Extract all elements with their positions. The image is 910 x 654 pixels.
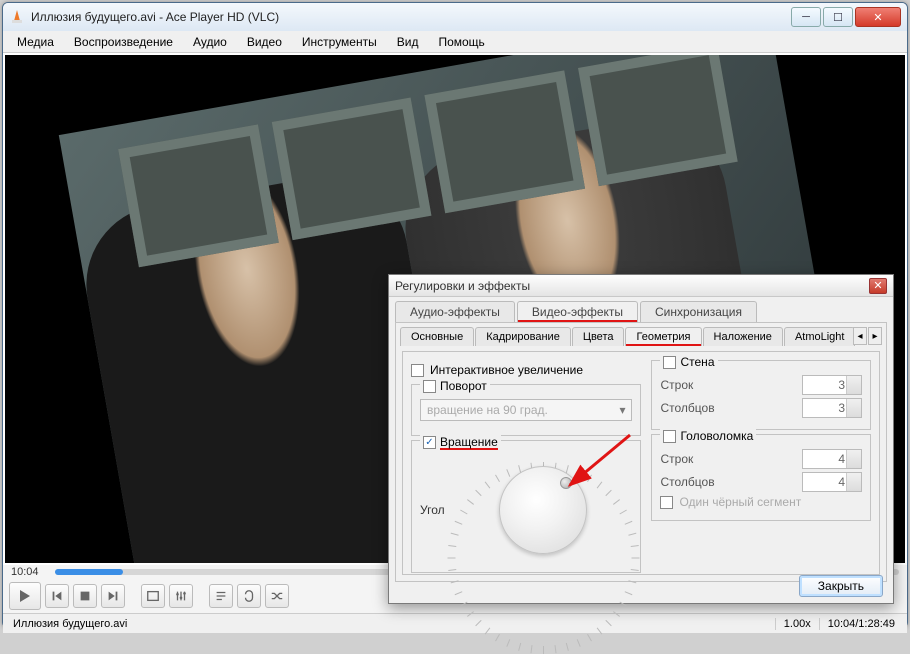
rotation-checkbox[interactable] (423, 436, 436, 449)
rotate-group: Поворот вращение на 90 град. (411, 384, 641, 436)
wall-rows-spin[interactable]: 3 (802, 375, 862, 395)
wall-title: Стена (680, 355, 714, 369)
menu-view[interactable]: Вид (389, 33, 427, 51)
wall-cols-spin[interactable]: 3 (802, 398, 862, 418)
prev-button[interactable] (45, 584, 69, 608)
sub-tabs: Основные Кадрирование Цвета Геометрия На… (396, 323, 886, 346)
video-effects-pane: Основные Кадрирование Цвета Геометрия На… (395, 322, 887, 582)
dialog-close-button[interactable]: ✕ (869, 278, 887, 294)
wall-rows-label: Строк (660, 378, 796, 392)
wall-cols-label: Столбцов (660, 401, 796, 415)
wall-checkbox[interactable] (663, 356, 676, 369)
close-button[interactable]: ✕ (855, 7, 901, 27)
subtab-geometry[interactable]: Геометрия (625, 327, 701, 346)
puzzle-checkbox[interactable] (663, 430, 676, 443)
menu-playback[interactable]: Воспроизведение (66, 33, 181, 51)
loop-button[interactable] (237, 584, 261, 608)
geometry-panel: Интерактивное увеличение Поворот вращени… (402, 351, 880, 575)
subtab-scroll-left[interactable]: ◂ (853, 327, 867, 345)
puzzle-rows-spin[interactable]: 4 (802, 449, 862, 469)
wall-group: Стена Строк 3 Столбцов 3 (651, 360, 871, 430)
angle-label: Угол (420, 503, 445, 517)
titlebar: Иллюзия будущего.avi - Ace Player HD (VL… (3, 3, 907, 31)
menu-video[interactable]: Видео (239, 33, 290, 51)
statusbar: Иллюзия будущего.avi 1.00x 10:04/1:28:49 (3, 613, 907, 633)
seek-fill (55, 569, 123, 575)
minimize-button[interactable]: ─ (791, 7, 821, 27)
rotation-group: Вращение Угол (411, 440, 641, 573)
rotate-select[interactable]: вращение на 90 град. (420, 399, 632, 421)
menu-media[interactable]: Медиа (9, 33, 62, 51)
status-file: Иллюзия будущего.avi (7, 618, 776, 630)
subtab-colors[interactable]: Цвета (572, 327, 625, 346)
one-black-label: Один чёрный сегмент (679, 495, 801, 509)
app-icon (9, 9, 25, 25)
next-button[interactable] (101, 584, 125, 608)
effects-dialog: Регулировки и эффекты ✕ Аудио-эффекты Ви… (388, 274, 894, 604)
shuffle-button[interactable] (265, 584, 289, 608)
window-title: Иллюзия будущего.avi - Ace Player HD (VL… (31, 10, 791, 24)
dialog-titlebar: Регулировки и эффекты ✕ (389, 275, 893, 297)
tab-audio-effects[interactable]: Аудио-эффекты (395, 301, 515, 322)
rotate-checkbox[interactable] (423, 380, 436, 393)
interactive-zoom-label: Интерактивное увеличение (430, 363, 583, 377)
one-black-checkbox[interactable] (660, 496, 673, 509)
dialog-close-main-button[interactable]: Закрыть (799, 575, 883, 597)
dial-indicator (560, 477, 572, 489)
menubar: Медиа Воспроизведение Аудио Видео Инстру… (3, 31, 907, 53)
rotation-label: Вращение (440, 435, 498, 450)
subtab-basic[interactable]: Основные (400, 327, 474, 346)
subtab-atmolight[interactable]: AtmoLight (784, 327, 856, 346)
subtab-scroll-right[interactable]: ▸ (868, 327, 882, 345)
subtab-overlay[interactable]: Наложение (703, 327, 783, 346)
menu-help[interactable]: Помощь (430, 33, 492, 51)
puzzle-cols-label: Столбцов (660, 475, 796, 489)
menu-tools[interactable]: Инструменты (294, 33, 385, 51)
puzzle-cols-spin[interactable]: 4 (802, 472, 862, 492)
ext-settings-button[interactable] (169, 584, 193, 608)
play-button[interactable] (9, 582, 41, 610)
status-time: 10:04/1:28:49 (820, 618, 903, 630)
status-speed: 1.00x (776, 618, 820, 630)
dialog-title: Регулировки и эффекты (395, 279, 869, 293)
puzzle-group: Головоломка Строк 4 Столбцов 4 Один чёрн… (651, 434, 871, 521)
interactive-zoom-checkbox[interactable] (411, 364, 424, 377)
menu-audio[interactable]: Аудио (185, 33, 235, 51)
rotation-dial[interactable] (489, 456, 597, 564)
subtab-crop[interactable]: Кадрирование (475, 327, 571, 346)
tab-video-effects[interactable]: Видео-эффекты (517, 301, 638, 322)
tab-sync[interactable]: Синхронизация (640, 301, 757, 322)
puzzle-rows-label: Строк (660, 452, 796, 466)
fullscreen-button[interactable] (141, 584, 165, 608)
maximize-button[interactable]: ☐ (823, 7, 853, 27)
main-tabs: Аудио-эффекты Видео-эффекты Синхронизаци… (389, 297, 893, 322)
time-elapsed: 10:04 (11, 566, 55, 578)
stop-button[interactable] (73, 584, 97, 608)
rotate-label: Поворот (440, 379, 487, 393)
playlist-button[interactable] (209, 584, 233, 608)
puzzle-title: Головоломка (680, 429, 753, 443)
